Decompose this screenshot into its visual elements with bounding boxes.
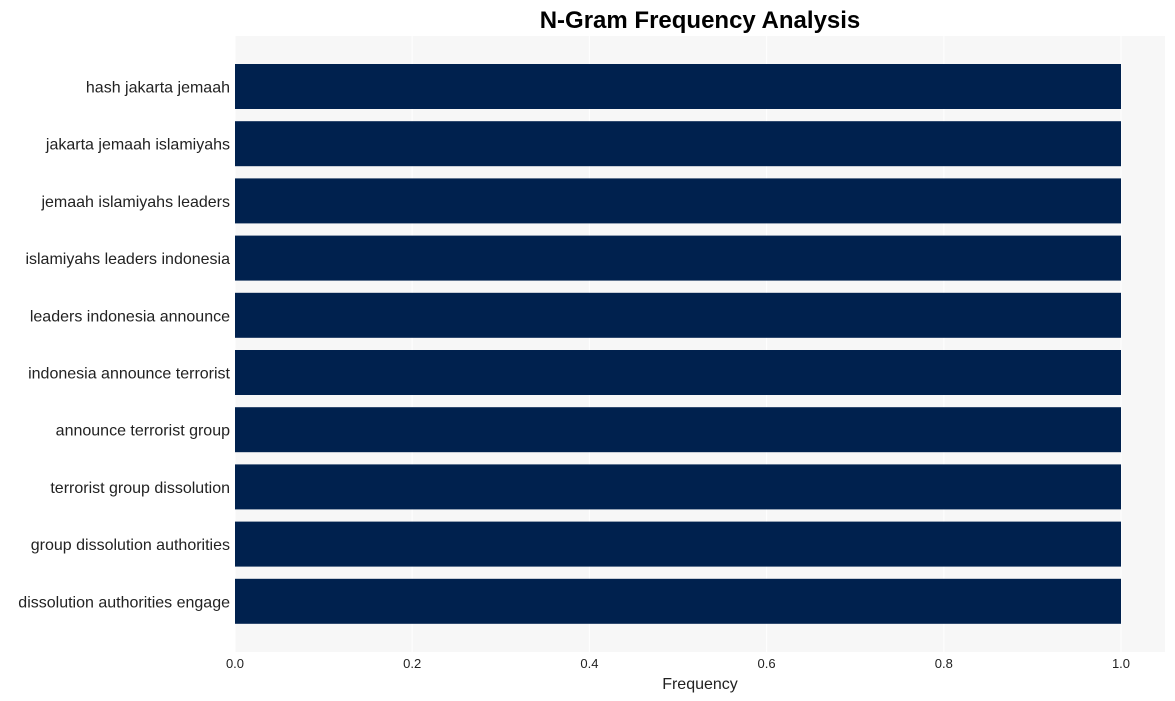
x-tick-label: 0.2 [403, 656, 421, 671]
chart-title: N-Gram Frequency Analysis [540, 7, 861, 34]
bar [235, 578, 1121, 624]
bar [235, 350, 1121, 395]
y-tick-label: jakarta jemaah islamiyahs [45, 137, 230, 154]
x-tick-label: 0.4 [580, 656, 598, 671]
y-tick-labels: hash jakarta jemaah jakarta jemaah islami… [18, 80, 230, 612]
x-tick-label: 0.8 [935, 656, 953, 671]
y-tick-label: dissolution authorities engage [18, 594, 230, 611]
y-tick-label: leaders indonesia announce [30, 308, 230, 325]
y-tick-label: terrorist group dissolution [50, 480, 230, 497]
bar [235, 178, 1121, 224]
ngram-bar-chart: N-Gram Frequency Analysis hash jakarta j… [18, 7, 1165, 693]
bar [235, 464, 1121, 510]
bar [235, 407, 1121, 453]
bar [235, 64, 1121, 109]
bar [235, 121, 1121, 167]
bar [235, 521, 1121, 567]
y-tick-label: group dissolution authorities [31, 537, 230, 554]
bar [235, 235, 1121, 281]
x-axis-label: Frequency [662, 676, 738, 693]
y-tick-label: hash jakarta jemaah [86, 80, 230, 97]
y-tick-label: islamiyahs leaders indonesia [25, 251, 230, 268]
y-tick-label: announce terrorist group [56, 423, 230, 440]
x-tick-labels: 0.0 0.2 0.4 0.6 0.8 1.0 [226, 656, 1130, 671]
y-tick-label: jemaah islamiyahs leaders [40, 194, 230, 211]
x-tick-label: 0.0 [226, 656, 244, 671]
bar [235, 292, 1121, 338]
y-tick-label: indonesia announce terrorist [28, 366, 230, 383]
x-tick-label: 1.0 [1112, 656, 1130, 671]
x-tick-label: 0.6 [758, 656, 776, 671]
